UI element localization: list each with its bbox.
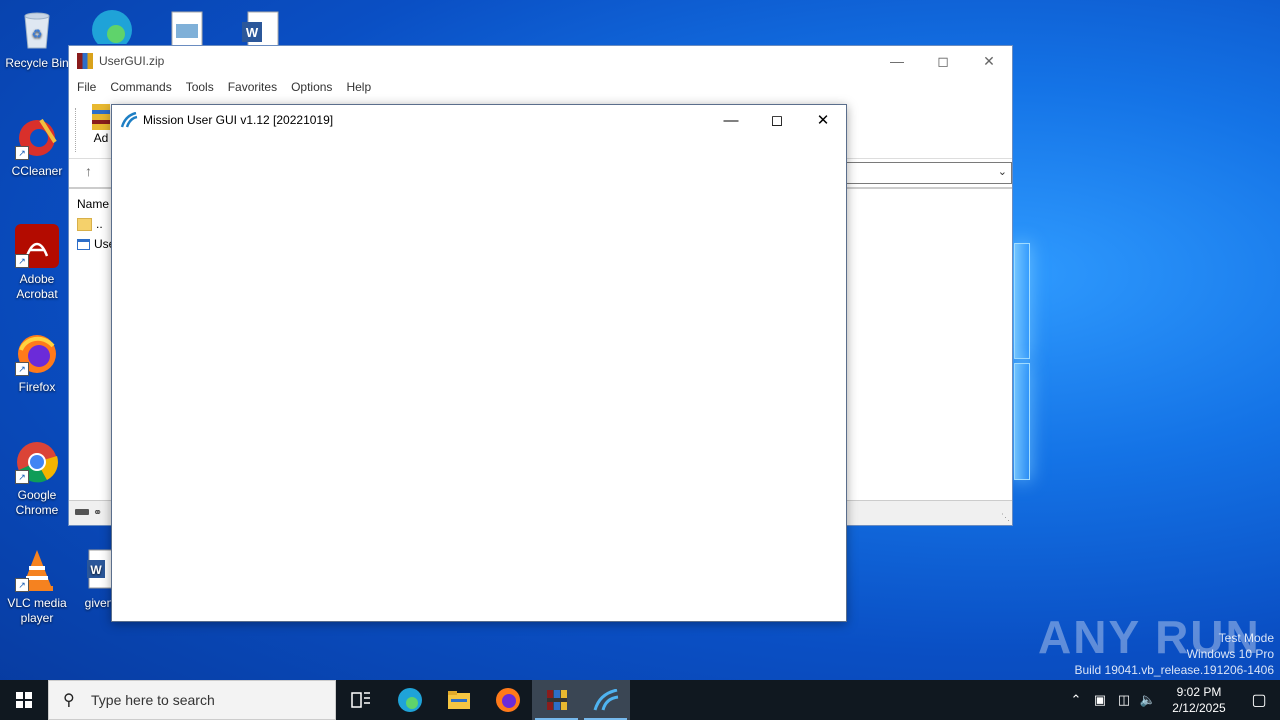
toolbar-add-button[interactable]: Ad <box>89 102 113 145</box>
svg-text:W: W <box>90 563 102 577</box>
taskbar-winrar[interactable] <box>532 680 581 720</box>
winrar-close-button[interactable]: ✕ <box>966 46 1012 76</box>
key-icon: ⚭ <box>93 507 103 519</box>
desktop-icon-label: Firefox <box>18 380 56 394</box>
vlc-icon: ↗ <box>15 548 59 592</box>
desktop-icon-vlc[interactable]: ↗ VLC media player <box>2 548 72 626</box>
shortcut-arrow-icon: ↗ <box>15 362 29 376</box>
windows-test-mode-watermark: Test Mode Windows 10 Pro Build 19041.vb_… <box>1075 630 1275 678</box>
security-icon[interactable]: ▣ <box>1088 692 1112 708</box>
notification-center-icon[interactable]: ▢ <box>1238 690 1280 710</box>
menu-favorites[interactable]: Favorites <box>222 80 285 94</box>
list-item-label: .. <box>96 217 103 231</box>
menu-commands[interactable]: Commands <box>104 80 179 94</box>
desktop-icon-ccleaner[interactable]: ↗ CCleaner <box>2 116 72 179</box>
drive-icon <box>75 509 89 515</box>
desktop-wallpaper-beam-lower <box>1014 363 1030 480</box>
shortcut-arrow-icon: ↗ <box>15 254 29 268</box>
watermark-line3: Build 19041.vb_release.191206-1406 <box>1074 663 1275 677</box>
desktop-wallpaper-beam-upper <box>1014 243 1030 359</box>
menu-help[interactable]: Help <box>340 80 379 94</box>
executable-file-icon <box>77 238 90 250</box>
edge-desktop-icon[interactable] <box>88 4 136 50</box>
task-view-icon <box>350 692 370 708</box>
menu-options[interactable]: Options <box>285 80 340 94</box>
list-item[interactable]: .. <box>77 217 103 231</box>
image-file-desktop-icon[interactable] <box>170 10 204 47</box>
winrar-minimize-button[interactable]: — <box>874 46 920 76</box>
watermark-line1: Test Mode <box>1218 631 1274 645</box>
watermark-line2: Windows 10 Pro <box>1186 647 1274 661</box>
address-combo[interactable]: ⌄ <box>846 162 1012 184</box>
search-icon: ⚲ <box>63 692 75 709</box>
winrar-icon <box>77 53 93 69</box>
taskbar-firefox[interactable] <box>483 680 532 720</box>
svg-text:W: W <box>246 25 259 40</box>
list-item[interactable]: Use <box>77 237 115 251</box>
ccleaner-icon: ↗ <box>15 116 59 160</box>
desktop-icon-label: Recycle Bin <box>5 56 69 70</box>
folder-icon <box>77 217 92 231</box>
search-placeholder: Type here to search <box>91 692 215 708</box>
resize-grip-icon[interactable]: ⋱ <box>1001 512 1010 523</box>
desktop-icon-firefox[interactable]: ↗ Firefox <box>2 332 72 395</box>
taskbar-file-explorer[interactable] <box>434 680 483 720</box>
desktop-icon-adobe-acrobat[interactable]: ↗ Adobe Acrobat <box>2 224 72 302</box>
desktop-icon-label: CCleaner <box>11 164 63 178</box>
edge-icon <box>397 688 422 712</box>
firefox-icon: ↗ <box>15 332 59 376</box>
winrar-title: UserGUI.zip <box>99 54 165 68</box>
up-arrow-icon[interactable]: ↑ <box>85 163 92 179</box>
file-explorer-icon <box>447 691 470 709</box>
desktop-icon-label: VLC media player <box>7 596 67 625</box>
start-button[interactable] <box>0 680 48 720</box>
mission-gui-icon <box>593 689 618 711</box>
system-tray: ⌃ ▣ ◫ 🔈 9:02 PM 2/12/2025 ▢ <box>1064 680 1280 720</box>
winrar-titlebar[interactable]: UserGUI.zip <box>69 46 1012 76</box>
add-archive-icon <box>92 104 110 130</box>
desktop-icon-google-chrome[interactable]: ↗ Google Chrome <box>2 440 72 518</box>
clock-date: 2/12/2025 <box>1172 701 1226 715</box>
mission-close-button[interactable]: ✕ <box>800 105 846 135</box>
desktop-icon-label: Google Chrome <box>15 488 59 517</box>
adobe-acrobat-icon: ↗ <box>15 224 59 268</box>
winrar-icon <box>546 690 567 710</box>
shortcut-arrow-icon: ↗ <box>15 578 29 592</box>
chrome-icon: ↗ <box>15 440 59 484</box>
desktop-icon-recycle-bin[interactable]: ♻ Recycle Bin <box>2 8 72 71</box>
windows-logo-icon <box>16 692 32 708</box>
winrar-maximize-button[interactable]: ◻ <box>920 46 966 76</box>
shortcut-arrow-icon: ↗ <box>15 146 29 160</box>
clock-time: 9:02 PM <box>1176 685 1222 699</box>
word-file-desktop-icon[interactable]: W <box>240 10 280 47</box>
taskbar-clock[interactable]: 9:02 PM 2/12/2025 <box>1160 684 1238 716</box>
menu-tools[interactable]: Tools <box>180 80 222 94</box>
mission-gui-icon <box>120 112 138 128</box>
task-view-button[interactable] <box>336 680 385 720</box>
toolbar-separator <box>75 108 77 152</box>
chevron-down-icon: ⌄ <box>997 166 1007 178</box>
taskbar: ⚲ Type here to search ⌃ ▣ ◫ 🔈 9:02 PM 2/… <box>0 680 1280 720</box>
shortcut-arrow-icon: ↗ <box>15 470 29 484</box>
mission-title: Mission User GUI v1.12 [20221019] <box>143 113 334 127</box>
mission-gui-window[interactable]: Mission User GUI v1.12 [20221019] — ◻ ✕ <box>111 104 847 622</box>
winrar-menubar: File Commands Tools Favorites Options He… <box>69 76 1012 98</box>
column-header-name[interactable]: Name <box>77 197 109 211</box>
taskbar-edge[interactable] <box>385 680 434 720</box>
taskbar-mission-gui[interactable] <box>581 680 630 720</box>
svg-text:♻: ♻ <box>32 27 43 41</box>
desktop-icon-label: Adobe Acrobat <box>16 272 58 301</box>
mission-content-area[interactable] <box>112 135 846 621</box>
mission-minimize-button[interactable]: — <box>708 105 754 135</box>
firefox-icon <box>495 688 520 712</box>
toolbar-add-label: Ad <box>93 131 109 145</box>
taskbar-search-box[interactable]: ⚲ Type here to search <box>48 680 336 720</box>
menu-file[interactable]: File <box>71 80 104 94</box>
network-icon[interactable]: ◫ <box>1112 692 1136 708</box>
mission-maximize-button[interactable]: ◻ <box>754 105 800 135</box>
recycle-bin-icon: ♻ <box>15 8 59 52</box>
volume-icon[interactable]: 🔈 <box>1136 692 1160 708</box>
chevron-up-icon[interactable]: ⌃ <box>1064 692 1088 708</box>
